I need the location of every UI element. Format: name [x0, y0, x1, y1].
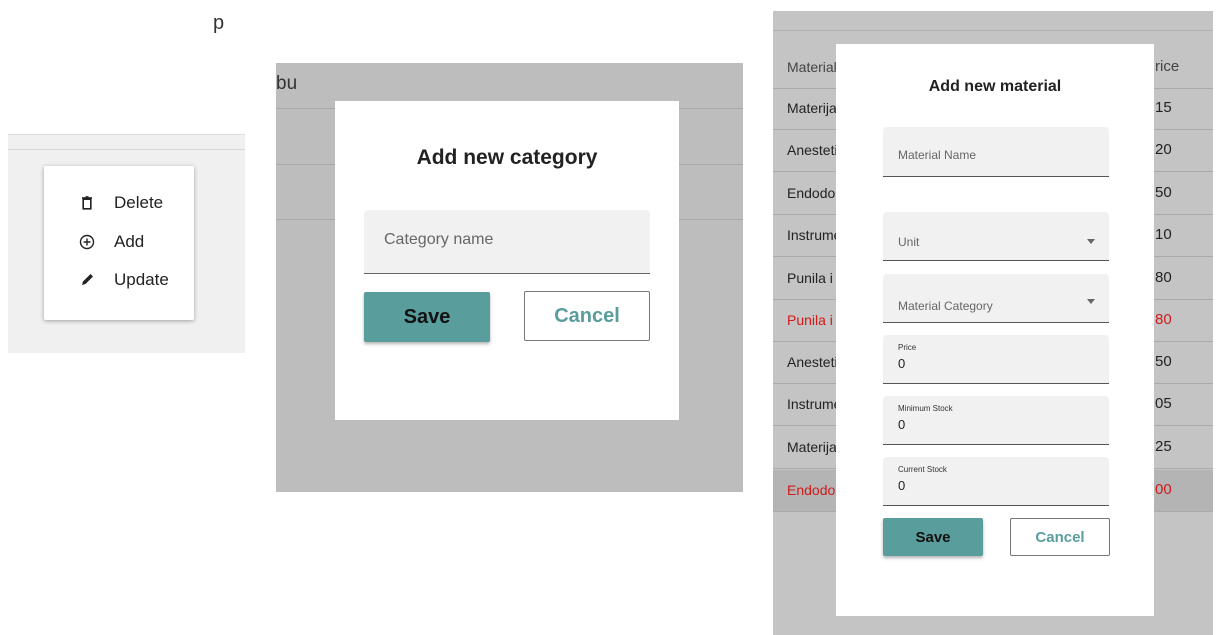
price-field[interactable]: Price 0: [883, 335, 1109, 384]
dropdown-arrow-icon: [1087, 299, 1095, 304]
menu-item-label: Delete: [114, 193, 164, 212]
divider: [773, 30, 1213, 31]
current-stock-label: Current Stock: [898, 465, 947, 474]
trash-icon: [78, 194, 96, 212]
dialog-title: Add new material: [928, 78, 1062, 95]
table-cell: Materijal: [787, 439, 840, 455]
menu-item-update[interactable]: Update: [44, 261, 194, 299]
table-cell: 80: [1155, 269, 1172, 286]
category-name-field[interactable]: [364, 210, 650, 274]
table-cell: 80: [1155, 311, 1172, 328]
table-cell: 05: [1155, 395, 1172, 412]
unit-placeholder: Unit: [898, 235, 920, 249]
cancel-button[interactable]: Cancel: [524, 291, 650, 341]
current-stock-value: 0: [898, 478, 906, 493]
table-header-cell: Material: [787, 59, 837, 75]
material-category-select[interactable]: Material Category: [883, 274, 1109, 323]
dropdown-arrow-icon: [1087, 239, 1095, 244]
table-cell: Anesteti: [787, 142, 838, 158]
menu-item-label: Update: [114, 270, 169, 289]
table-cell: 20: [1155, 141, 1172, 158]
table-cell: Materijal: [787, 100, 840, 116]
pencil-icon: [78, 271, 96, 289]
menu-item-delete[interactable]: Delete: [44, 184, 194, 222]
material-name-placeholder: Material Name: [898, 148, 977, 162]
divider: [8, 149, 245, 150]
table-cell: Endodor: [787, 185, 840, 201]
price-label: Price: [898, 343, 917, 352]
add-circle-icon: [78, 233, 96, 251]
table-header-cell: rice: [1155, 58, 1180, 75]
table-cell: Instrume: [787, 396, 842, 412]
table-cell: 00: [1155, 481, 1172, 498]
minimum-stock-label: Minimum Stock: [898, 404, 953, 413]
table-cell: 50: [1155, 353, 1172, 370]
current-stock-field[interactable]: Current Stock 0: [883, 457, 1109, 506]
unit-select[interactable]: Unit: [883, 212, 1109, 261]
table-cell: Anesteti: [787, 354, 838, 370]
dialog-title: Add new category: [416, 146, 598, 169]
context-menu: Delete Add Update: [44, 166, 194, 320]
table-cell: 15: [1155, 99, 1172, 116]
save-button[interactable]: Save: [364, 292, 490, 342]
table-cell: 10: [1155, 226, 1172, 243]
category-name-input[interactable]: [382, 230, 636, 250]
table-cell: Instrume: [787, 227, 842, 243]
cancel-button[interactable]: Cancel: [1010, 518, 1110, 556]
menu-item-add[interactable]: Add: [44, 223, 194, 261]
background-header-text: bu: [276, 73, 298, 94]
partial-heading-text: p: [213, 12, 225, 34]
price-value: 0: [898, 356, 906, 371]
save-button[interactable]: Save: [883, 518, 983, 556]
material-category-placeholder: Material Category: [898, 299, 993, 313]
menu-item-label: Add: [114, 232, 145, 251]
minimum-stock-field[interactable]: Minimum Stock 0: [883, 396, 1109, 445]
minimum-stock-value: 0: [898, 417, 906, 432]
material-name-field[interactable]: Material Name: [883, 127, 1109, 177]
table-cell: 50: [1155, 184, 1172, 201]
table-cell: 25: [1155, 438, 1172, 455]
table-cell: Endodor: [787, 482, 840, 498]
